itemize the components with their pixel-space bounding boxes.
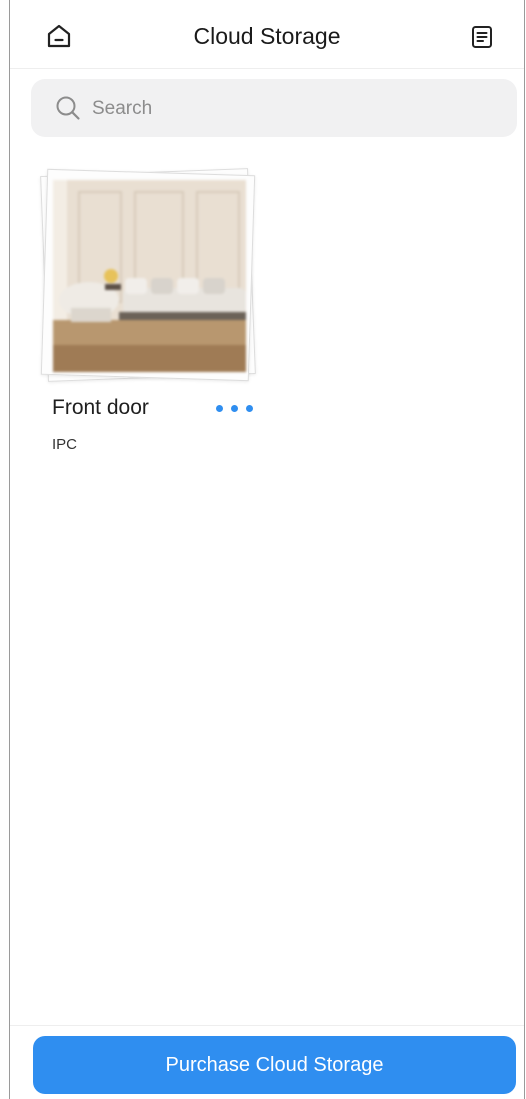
search-icon	[56, 96, 80, 120]
page-title: Cloud Storage	[193, 23, 341, 49]
living-room-image	[53, 180, 246, 372]
purchase-cloud-storage-button[interactable]: Purchase Cloud Storage	[33, 1036, 516, 1094]
cloud-storage-screen: Cloud Storage Search Front door IPC Purc…	[0, 0, 526, 1099]
right-edge-line	[524, 0, 525, 1099]
more-horizontal-icon[interactable]	[214, 398, 260, 420]
more-dot	[246, 405, 253, 412]
device-thumbnail	[53, 180, 246, 372]
left-edge-line	[9, 0, 10, 1099]
device-name: Front door	[52, 396, 149, 419]
search-input[interactable]: Search	[31, 79, 517, 137]
thumbnail-stack	[40, 168, 256, 382]
document-list-icon[interactable]	[470, 25, 494, 49]
device-card[interactable]: Front door IPC	[38, 166, 260, 456]
document-list-icon-graphic	[472, 26, 492, 48]
header-bar: Cloud Storage	[10, 0, 524, 69]
search-placeholder: Search	[92, 98, 153, 119]
bottom-divider	[10, 1025, 524, 1026]
more-dot	[216, 405, 223, 412]
device-type: IPC	[52, 436, 78, 453]
more-dot	[231, 405, 238, 412]
